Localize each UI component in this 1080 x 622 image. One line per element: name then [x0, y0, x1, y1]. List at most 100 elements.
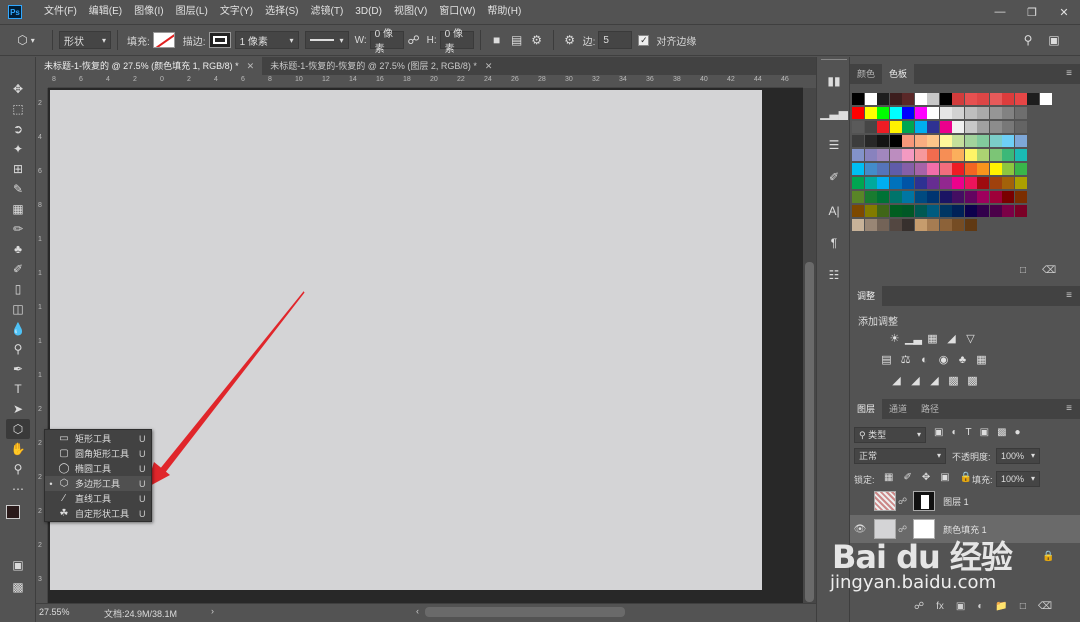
color-swatch[interactable] [939, 93, 952, 105]
color-swatch[interactable] [877, 93, 889, 105]
color-swatch[interactable] [927, 121, 939, 133]
color-swatch[interactable] [927, 191, 939, 203]
color-swatch[interactable] [952, 93, 964, 105]
color-swatch[interactable] [952, 107, 964, 119]
color-swatch[interactable] [852, 163, 864, 175]
tab-adjustments[interactable]: 调整 [850, 286, 883, 306]
color-swatch[interactable] [989, 121, 1002, 133]
color-swatch[interactable] [852, 135, 864, 147]
color-swatch[interactable] [1039, 93, 1052, 105]
color-swatch[interactable] [939, 135, 952, 147]
color-swatch[interactable] [877, 107, 889, 119]
color-swatch[interactable] [914, 107, 927, 119]
color-swatch[interactable] [852, 219, 864, 231]
color-swatch[interactable] [1014, 149, 1027, 161]
paragraph-icon[interactable]: ¶ [824, 233, 844, 253]
brightness-icon[interactable]: ☀ [888, 332, 901, 345]
lock-transparent-icon[interactable]: ▦ [884, 472, 893, 483]
color-swatch[interactable] [889, 93, 902, 105]
adjustment-filter-icon[interactable]: ◐ [951, 427, 957, 438]
color-swatch[interactable] [977, 135, 989, 147]
color-swatch[interactable] [939, 149, 952, 161]
color-swatch[interactable] [864, 205, 877, 217]
color-swatch[interactable] [964, 93, 977, 105]
color-swatch[interactable] [977, 163, 989, 175]
color-swatch[interactable] [902, 191, 914, 203]
color-swatch[interactable] [1014, 121, 1027, 133]
lock-artboard-icon[interactable]: ▣ [940, 472, 949, 483]
lock-position-icon[interactable]: ✥ [922, 472, 930, 483]
color-swatch[interactable] [889, 149, 902, 161]
color-swatch[interactable] [889, 191, 902, 203]
selective-color-icon[interactable]: ▩ [947, 374, 960, 387]
color-swatch[interactable] [864, 163, 877, 175]
color-swatch[interactable] [927, 149, 939, 161]
add-mask-icon[interactable]: ▣ [956, 601, 965, 612]
color-swatch[interactable] [939, 177, 952, 189]
color-swatch[interactable] [852, 177, 864, 189]
color-swatch[interactable] [964, 135, 977, 147]
color-swatch[interactable] [1002, 191, 1014, 203]
color-swatch[interactable] [914, 205, 927, 217]
color-swatch[interactable] [964, 205, 977, 217]
type-filter-icon[interactable]: T [966, 427, 972, 438]
color-swatch[interactable] [939, 107, 952, 119]
color-swatch[interactable] [952, 163, 964, 175]
tab-color[interactable]: 颜色 [850, 64, 882, 84]
color-swatch[interactable] [1014, 163, 1027, 175]
color-swatch[interactable] [1014, 135, 1027, 147]
color-swatch[interactable] [914, 177, 927, 189]
color-swatch[interactable] [1002, 177, 1014, 189]
color-swatch[interactable] [877, 149, 889, 161]
color-swatch[interactable] [877, 191, 889, 203]
color-swatch[interactable] [889, 135, 902, 147]
color-swatch[interactable] [1002, 121, 1014, 133]
color-swatch[interactable] [902, 177, 914, 189]
lock-all-icon[interactable]: 🔒 [960, 472, 972, 483]
color-swatch[interactable] [927, 93, 939, 105]
threshold-icon[interactable]: ◢ [928, 374, 941, 387]
color-swatch[interactable] [889, 163, 902, 175]
color-swatch[interactable] [864, 191, 877, 203]
color-swatch[interactable] [927, 163, 939, 175]
color-swatch[interactable] [902, 149, 914, 161]
color-swatch[interactable] [977, 121, 989, 133]
color-swatch[interactable] [927, 107, 939, 119]
delete-layer-icon[interactable]: ⌫ [1038, 601, 1052, 612]
color-swatch[interactable] [914, 121, 927, 133]
color-swatch[interactable] [889, 205, 902, 217]
tab-layers[interactable]: 图层 [850, 399, 883, 419]
smart-object-filter-icon[interactable]: ▩ [997, 427, 1006, 438]
color-swatch[interactable] [902, 135, 914, 147]
color-swatch[interactable] [1014, 205, 1027, 217]
color-swatch[interactable] [877, 219, 889, 231]
color-swatch[interactable] [864, 135, 877, 147]
color-swatch[interactable] [952, 177, 964, 189]
layer-row-selected[interactable]: 👁 ☍ 颜色填充 1 [850, 515, 1080, 543]
visibility-eye-icon[interactable]: 👁 [850, 524, 870, 535]
lock-pixels-icon[interactable]: ✐ [903, 472, 911, 483]
tab-channels[interactable]: 通道 [882, 399, 914, 419]
color-swatch[interactable] [889, 121, 902, 133]
color-swatch[interactable] [964, 163, 977, 175]
color-swatch[interactable] [914, 93, 927, 105]
color-swatch[interactable] [902, 163, 914, 175]
color-swatch[interactable] [864, 149, 877, 161]
color-swatch[interactable] [914, 149, 927, 161]
color-swatch[interactable] [864, 121, 877, 133]
flyout-item[interactable]: ▭ 矩形工具 U [45, 431, 151, 446]
color-swatch[interactable] [977, 107, 989, 119]
exposure-icon[interactable]: ◢ [945, 332, 958, 345]
color-swatch[interactable] [952, 135, 964, 147]
color-swatch[interactable] [877, 163, 889, 175]
color-swatch[interactable] [1027, 93, 1039, 105]
color-swatch[interactable] [877, 135, 889, 147]
new-group-icon[interactable]: 📁 [995, 601, 1007, 612]
brush-settings-icon[interactable]: ✐ [824, 167, 844, 187]
delete-swatch-icon[interactable]: ⌫ [1042, 265, 1056, 276]
histogram-icon[interactable]: ▁▃▅ [820, 103, 848, 123]
color-swatch[interactable] [977, 93, 989, 105]
hue-saturation-icon[interactable]: ▤ [880, 353, 893, 366]
color-swatch[interactable] [964, 191, 977, 203]
new-swatch-icon[interactable]: □ [1020, 265, 1026, 276]
